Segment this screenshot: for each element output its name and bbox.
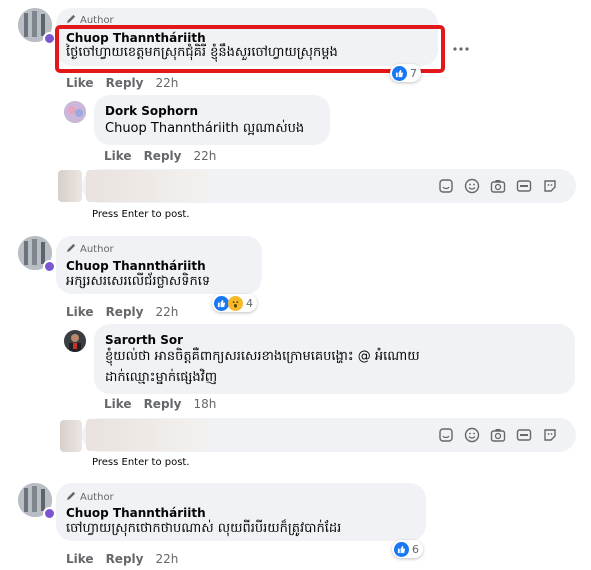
emoji-icon[interactable] bbox=[464, 427, 480, 443]
more-icon[interactable] bbox=[452, 37, 470, 51]
current-user-avatar bbox=[60, 420, 82, 452]
gif-icon[interactable] bbox=[516, 178, 532, 194]
like-reaction-icon bbox=[392, 65, 407, 81]
timestamp[interactable]: 22h bbox=[155, 76, 178, 90]
reply-text: Chuop Thanntháriith ល្អណាស់បង bbox=[105, 121, 305, 136]
comment-text: ចៅហ្វាយស្រុកថោកថាបណាស់ លុយពីរបីរយក៏ត្រូវ… bbox=[66, 521, 342, 536]
comment-author-name[interactable]: Chuop Thanntháriith bbox=[66, 259, 206, 273]
gif-icon[interactable] bbox=[516, 427, 532, 443]
like-button[interactable]: Like bbox=[104, 397, 132, 411]
reaction-summary[interactable]: 6 bbox=[392, 540, 423, 558]
comment-actions: Like Reply 22h bbox=[66, 305, 178, 319]
composer-tools bbox=[438, 178, 558, 194]
reply-text-line-2: ដាក់ឈ្មោះម្នាក់ផ្សេងវិញ bbox=[105, 370, 218, 385]
composer-tools bbox=[438, 427, 558, 443]
reaction-summary[interactable]: 4 bbox=[212, 294, 257, 312]
comment-text: ថ្ងៃចៅហ្វាយខេត្តមកស្រុកជុំគិរី ខ្ញុំនឹងស… bbox=[66, 45, 338, 60]
sticker-icon[interactable] bbox=[438, 427, 454, 443]
like-reaction-icon bbox=[394, 541, 409, 557]
reply-text-line-1: ខ្ញុំយល់ថា អានចិត្តគឺពាក្យសរសេរខាងក្រោមគ… bbox=[105, 349, 420, 364]
timestamp[interactable]: 22h bbox=[155, 305, 178, 319]
online-status-dot bbox=[43, 260, 56, 273]
reply-input-blurred-text bbox=[86, 419, 208, 451]
like-button[interactable]: Like bbox=[66, 76, 94, 90]
timestamp[interactable]: 18h bbox=[193, 397, 216, 411]
avatar[interactable] bbox=[64, 101, 86, 123]
reply-button[interactable]: Reply bbox=[106, 552, 144, 566]
avatar[interactable] bbox=[64, 330, 86, 352]
composer-hint: Press Enter to post. bbox=[92, 457, 190, 468]
comment-author-name[interactable]: Chuop Thanntháriith bbox=[66, 31, 206, 45]
comment-actions: Like Reply 22h bbox=[66, 552, 178, 566]
like-button[interactable]: Like bbox=[66, 552, 94, 566]
author-badge: Author bbox=[66, 242, 114, 256]
comment-author-name[interactable]: Chuop Thanntháriith bbox=[66, 506, 206, 520]
like-reaction-icon bbox=[214, 295, 229, 311]
emoji-icon[interactable] bbox=[464, 178, 480, 194]
reply-button[interactable]: Reply bbox=[144, 397, 182, 411]
reply-actions: Like Reply 22h bbox=[104, 149, 216, 163]
reply-author-name[interactable]: Sarorth Sor bbox=[105, 333, 183, 347]
camera-icon[interactable] bbox=[490, 178, 506, 194]
like-button[interactable]: Like bbox=[66, 305, 94, 319]
reply-author-name[interactable]: Dork Sophorn bbox=[105, 104, 198, 118]
sticker-icon[interactable] bbox=[438, 178, 454, 194]
avatar-sticker-icon[interactable] bbox=[542, 178, 558, 194]
author-badge: Author bbox=[66, 490, 114, 504]
camera-icon[interactable] bbox=[490, 427, 506, 443]
current-user-avatar bbox=[58, 170, 82, 202]
pencil-icon bbox=[66, 242, 77, 256]
reply-button[interactable]: Reply bbox=[144, 149, 182, 163]
online-status-dot bbox=[43, 507, 56, 520]
reply-actions: Like Reply 18h bbox=[104, 397, 216, 411]
pencil-icon bbox=[66, 490, 77, 504]
composer-hint: Press Enter to post. bbox=[92, 209, 190, 220]
timestamp[interactable]: 22h bbox=[193, 149, 216, 163]
avatar-sticker-icon[interactable] bbox=[542, 427, 558, 443]
reply-button[interactable]: Reply bbox=[106, 76, 144, 90]
timestamp[interactable]: 22h bbox=[155, 552, 178, 566]
comment-text: អក្សរសរសេរលើជ័រថ្លាសទិកទេ bbox=[66, 274, 211, 289]
reaction-summary[interactable]: 7 bbox=[390, 64, 421, 82]
reply-button[interactable]: Reply bbox=[106, 305, 144, 319]
mention-link[interactable]: Chuop Thanntháriith bbox=[105, 121, 239, 136]
wow-reaction-icon bbox=[228, 295, 243, 311]
like-button[interactable]: Like bbox=[104, 149, 132, 163]
comment-actions: Like Reply 22h bbox=[66, 76, 178, 90]
reply-input-blurred-text bbox=[86, 170, 208, 202]
